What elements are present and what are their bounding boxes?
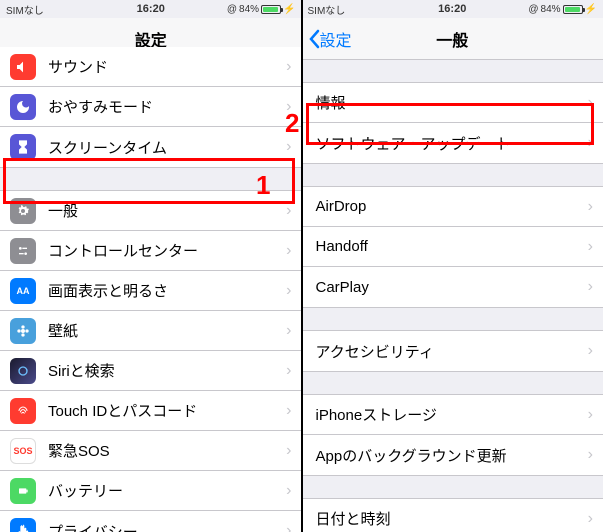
chevron-right-icon: › xyxy=(588,198,593,216)
chevron-right-icon: › xyxy=(286,282,291,300)
row-software-update[interactable]: ソフトウェア・アップデート › xyxy=(302,123,603,163)
page-title: 一般 xyxy=(436,27,468,51)
row-background-refresh[interactable]: Appのバックグラウンド更新 › xyxy=(302,435,603,475)
row-dnd[interactable]: おやすみモード › xyxy=(0,87,302,127)
row-label: プライバシー xyxy=(48,521,286,532)
row-label: 日付と時刻 xyxy=(316,508,588,529)
battery-icon xyxy=(10,478,36,504)
row-label: 情報 xyxy=(316,92,588,113)
hourglass-icon xyxy=(10,134,36,160)
general-list: 情報 › ソフトウェア・アップデート › AirDrop › Handoff ›… xyxy=(302,60,603,532)
text-size-icon: AA xyxy=(10,278,36,304)
chevron-right-icon: › xyxy=(588,446,593,464)
siri-icon xyxy=(10,358,36,384)
row-label: Appのバックグラウンド更新 xyxy=(316,445,588,466)
row-label: CarPlay xyxy=(316,279,588,296)
flower-icon xyxy=(10,318,36,344)
row-sounds[interactable]: サウンド › xyxy=(0,47,302,87)
switches-icon xyxy=(10,238,36,264)
chevron-right-icon: › xyxy=(588,510,593,528)
settings-list: サウンド › おやすみモード › スクリーンタイム › 一般 › xyxy=(0,46,302,532)
hand-icon xyxy=(10,518,36,532)
chevron-right-icon: › xyxy=(286,362,291,380)
battery-icon xyxy=(261,5,281,14)
chevron-right-icon: › xyxy=(286,442,291,460)
row-label: 緊急SOS xyxy=(48,440,286,461)
row-privacy[interactable]: プライバシー › xyxy=(0,511,302,532)
annotation-1: 1 xyxy=(256,170,270,201)
row-carplay[interactable]: CarPlay › xyxy=(302,267,603,307)
chevron-right-icon: › xyxy=(286,202,291,220)
gear-icon xyxy=(10,198,36,224)
chevron-right-icon: › xyxy=(286,138,291,156)
row-label: AirDrop xyxy=(316,198,588,215)
row-label: コントロールセンター xyxy=(48,240,286,261)
battery-icon xyxy=(563,5,583,14)
chevron-right-icon: › xyxy=(286,522,291,532)
row-datetime[interactable]: 日付と時刻 › xyxy=(302,499,603,532)
chevron-right-icon: › xyxy=(286,242,291,260)
status-bar: SIMなし 16:20 @ 84% ⚡ xyxy=(0,0,302,18)
chevron-left-icon xyxy=(308,29,320,49)
row-label: 一般 xyxy=(48,200,286,221)
row-label: Siriと検索 xyxy=(48,360,286,381)
row-display[interactable]: AA 画面表示と明るさ › xyxy=(0,271,302,311)
row-controlcenter[interactable]: コントロールセンター › xyxy=(0,231,302,271)
row-label: スクリーンタイム xyxy=(48,137,286,158)
row-label: 画面表示と明るさ xyxy=(48,280,286,301)
chevron-right-icon: › xyxy=(588,94,593,112)
row-about[interactable]: 情報 › xyxy=(302,83,603,123)
row-wallpaper[interactable]: 壁紙 › xyxy=(0,311,302,351)
status-time: 16:20 xyxy=(0,3,302,15)
row-touchid[interactable]: Touch IDとパスコード › xyxy=(0,391,302,431)
row-sos[interactable]: SOS 緊急SOS › xyxy=(0,431,302,471)
general-pane: SIMなし 16:20 @ 84% ⚡ 設定 一般 情報 › ソフトウェア・アッ… xyxy=(302,0,603,532)
row-label: バッテリー xyxy=(48,480,286,501)
status-time: 16:20 xyxy=(302,3,603,15)
annotation-2: 2 xyxy=(285,108,299,139)
chevron-right-icon: › xyxy=(286,402,291,420)
back-button[interactable]: 設定 xyxy=(308,27,352,51)
row-battery[interactable]: バッテリー › xyxy=(0,471,302,511)
row-handoff[interactable]: Handoff › xyxy=(302,227,603,267)
row-screentime[interactable]: スクリーンタイム › xyxy=(0,127,302,167)
chevron-right-icon: › xyxy=(286,58,291,76)
row-storage[interactable]: iPhoneストレージ › xyxy=(302,395,603,435)
row-label: おやすみモード xyxy=(48,96,286,117)
row-label: iPhoneストレージ xyxy=(316,404,588,425)
chevron-right-icon: › xyxy=(588,238,593,256)
row-label: 壁紙 xyxy=(48,320,286,341)
moon-icon xyxy=(10,94,36,120)
settings-pane: SIMなし 16:20 @ 84% ⚡ 設定 サウンド › おやすみモード › xyxy=(0,0,302,532)
fingerprint-icon xyxy=(10,398,36,424)
chevron-right-icon: › xyxy=(588,278,593,296)
nav-header: 設定 一般 xyxy=(302,18,603,60)
status-bar: SIMなし 16:20 @ 84% ⚡ xyxy=(302,0,603,18)
row-label: Touch IDとパスコード xyxy=(48,400,286,421)
row-siri[interactable]: Siriと検索 › xyxy=(0,351,302,391)
row-label: アクセシビリティ xyxy=(316,341,588,362)
row-accessibility[interactable]: アクセシビリティ › xyxy=(302,331,603,371)
chevron-right-icon: › xyxy=(588,406,593,424)
pane-separator xyxy=(301,0,303,532)
row-label: Handoff xyxy=(316,238,588,255)
chevron-right-icon: › xyxy=(286,322,291,340)
speaker-icon xyxy=(10,54,36,80)
chevron-right-icon: › xyxy=(286,482,291,500)
row-label: サウンド xyxy=(48,56,286,77)
row-label: ソフトウェア・アップデート xyxy=(316,133,588,154)
chevron-right-icon: › xyxy=(588,134,593,152)
chevron-right-icon: › xyxy=(588,342,593,360)
back-label: 設定 xyxy=(320,27,352,51)
sos-icon: SOS xyxy=(10,438,36,464)
row-airdrop[interactable]: AirDrop › xyxy=(302,187,603,227)
